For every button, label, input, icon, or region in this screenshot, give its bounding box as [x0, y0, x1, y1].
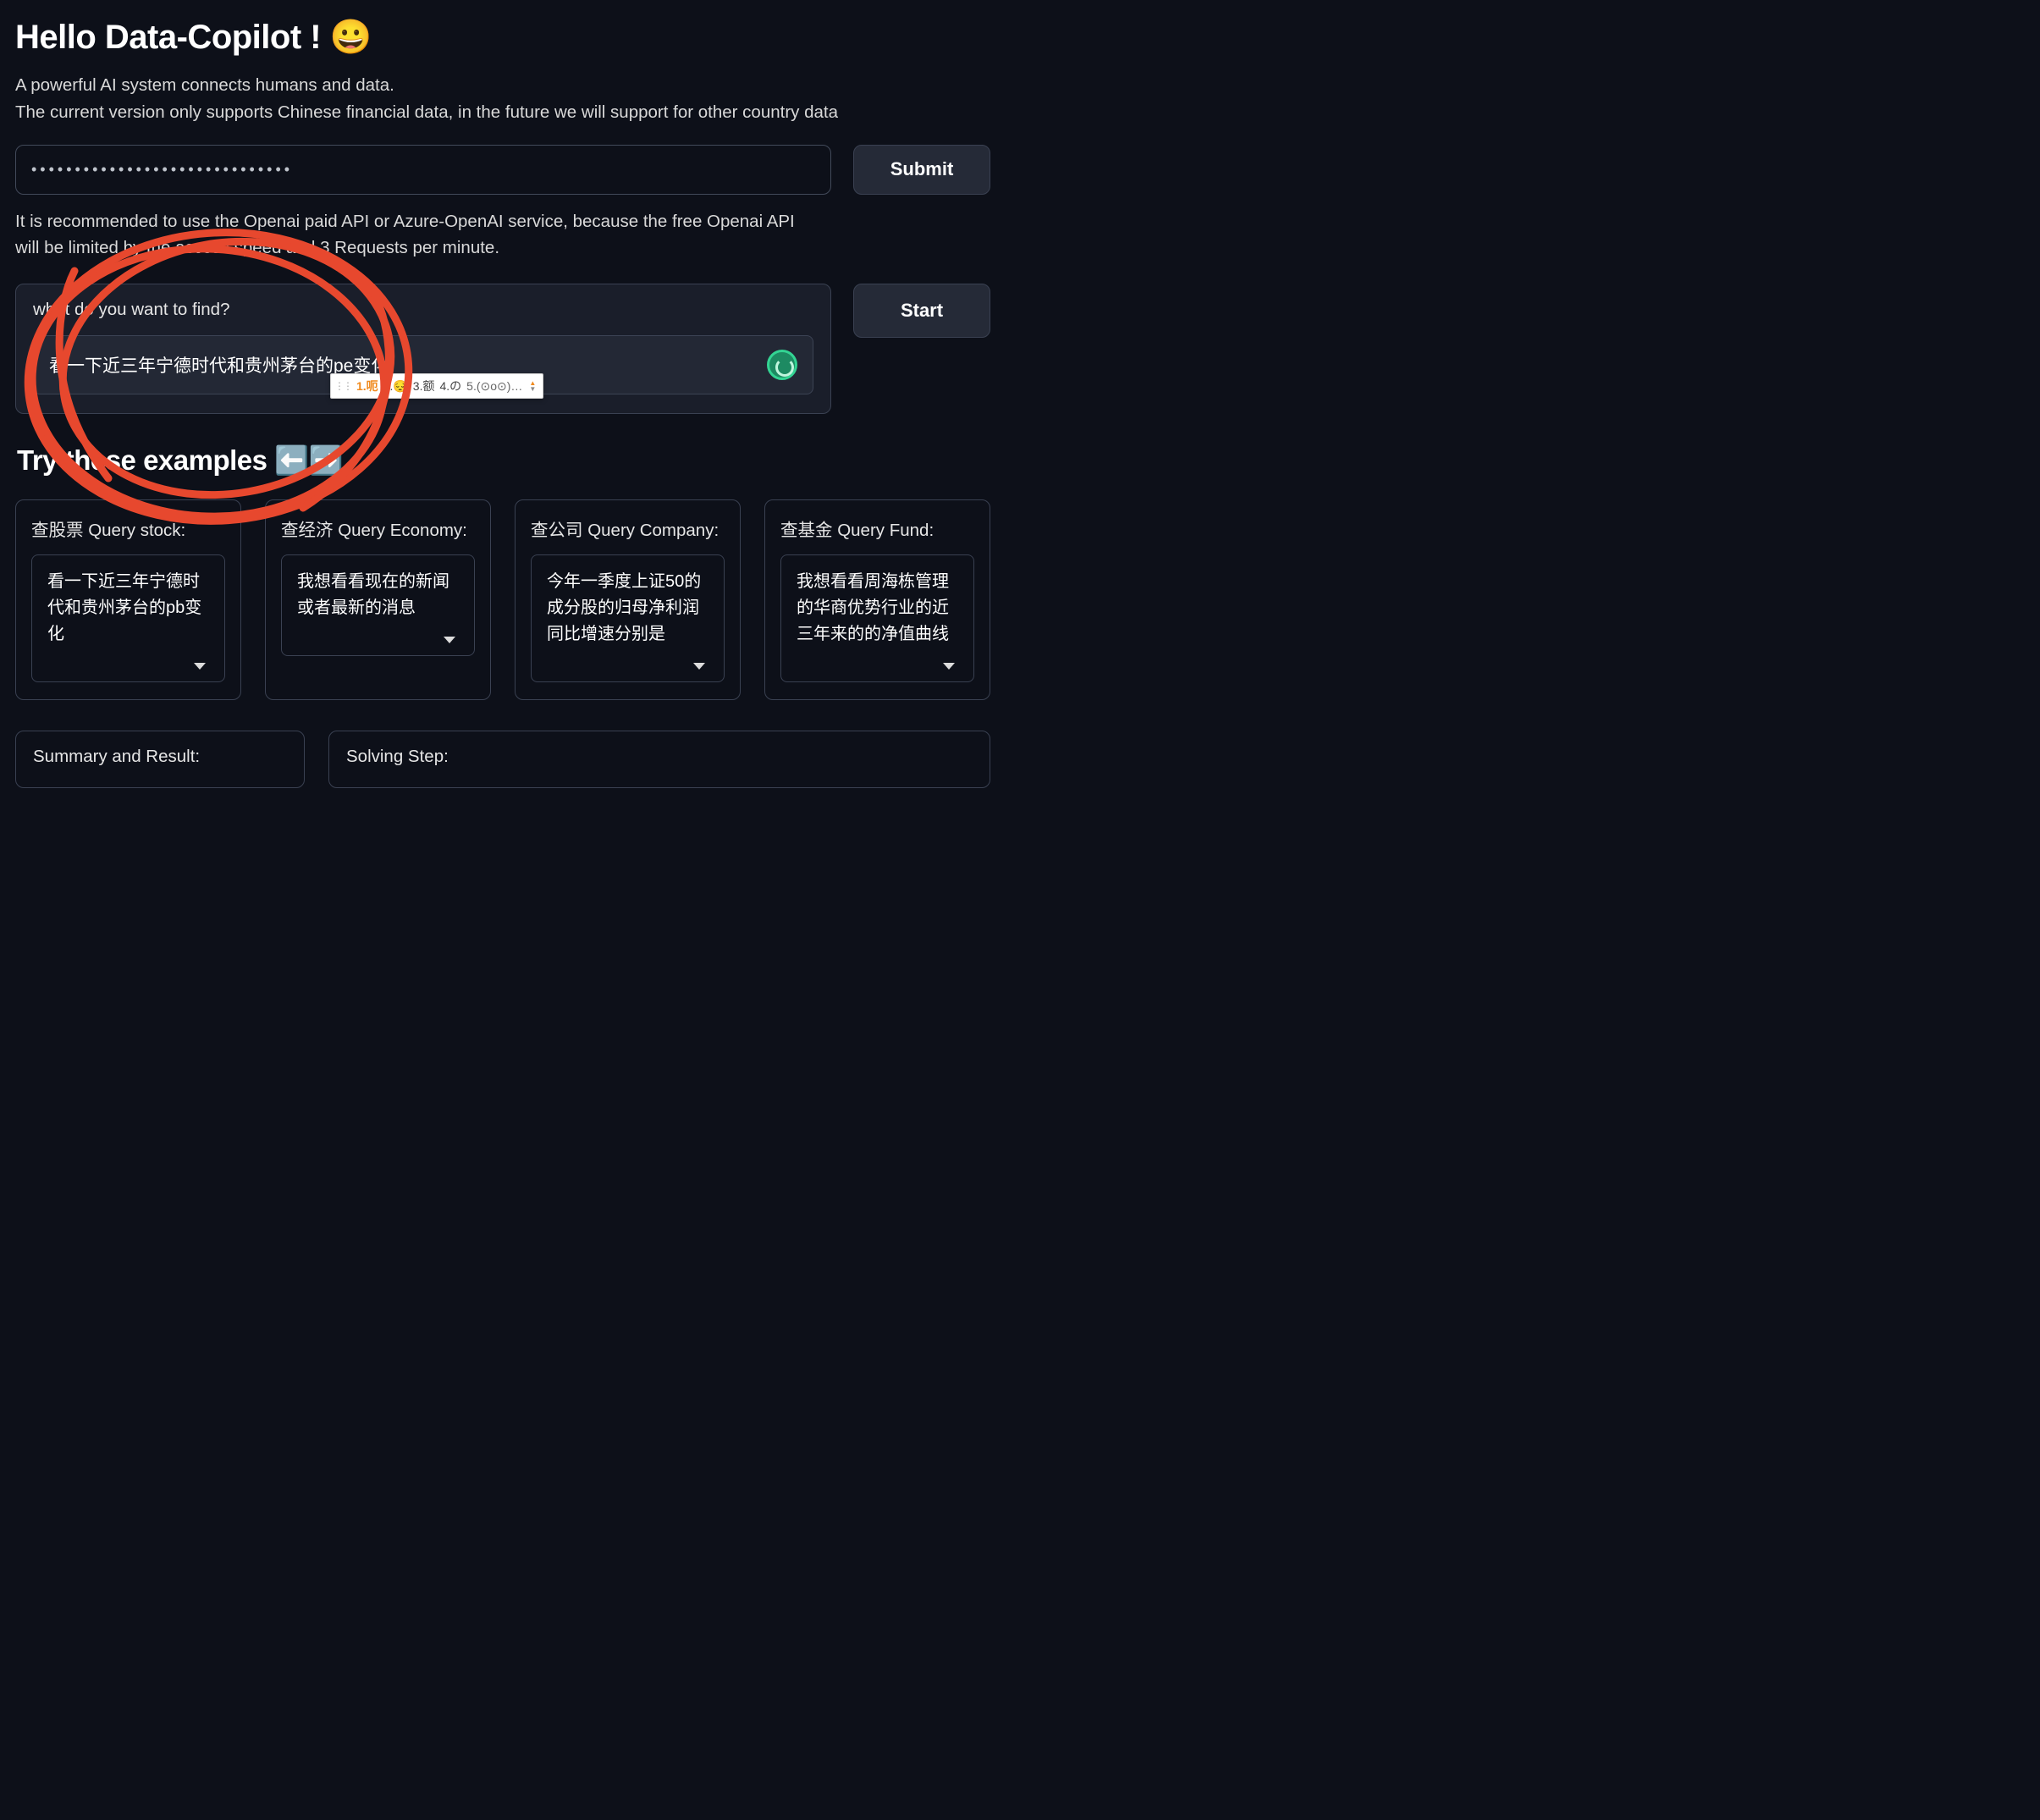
chevron-down-icon — [194, 663, 206, 670]
solving-step-title: Solving Step: — [346, 747, 973, 767]
example-select-economy[interactable]: 我想看看现在的新闻或者最新的消息 — [281, 554, 475, 656]
ime-option-2[interactable]: 2.😔 — [383, 379, 408, 394]
example-col-stock: 查股票 Query stock: 看一下近三年宁德时代和贵州茅台的pb变化 — [15, 499, 241, 700]
query-panel: what do you want to find? ⋮⋮ 1.呃 2.😔 3.额… — [15, 284, 831, 414]
ime-drag-handle-icon: ⋮⋮ — [334, 380, 351, 392]
example-col-economy: 查经济 Query Economy: 我想看看现在的新闻或者最新的消息 — [265, 499, 491, 700]
example-text: 看一下近三年宁德时代和贵州茅台的pb变化 — [47, 569, 209, 648]
example-title: 查基金 Query Fund: — [780, 516, 974, 541]
example-col-fund: 查基金 Query Fund: 我想看看周海栋管理的华商优势行业的近三年来的的净… — [764, 499, 990, 700]
example-title: 查公司 Query Company: — [531, 516, 725, 541]
example-select-fund[interactable]: 我想看看周海栋管理的华商优势行业的近三年来的的净值曲线 — [780, 554, 974, 682]
subtitle-line-2: The current version only supports Chines… — [15, 102, 838, 122]
chevron-down-icon — [943, 663, 955, 670]
api-note: It is recommended to use the Openai paid… — [15, 208, 811, 262]
query-label: what do you want to find? — [33, 300, 813, 320]
page-subtitle: A powerful AI system connects humans and… — [15, 72, 990, 126]
query-input-wrap: ⋮⋮ 1.呃 2.😔 3.额 4.の 5.(⊙o⊙)… ▲▼ — [33, 335, 813, 394]
example-text: 我想看看现在的新闻或者最新的消息 — [297, 569, 459, 621]
results-row: Summary and Result: Solving Step: — [15, 731, 990, 788]
example-text: 我想看看周海栋管理的华商优势行业的近三年来的的净值曲线 — [797, 569, 958, 648]
example-select-stock[interactable]: 看一下近三年宁德时代和贵州茅台的pb变化 — [31, 554, 225, 682]
examples-row: 查股票 Query stock: 看一下近三年宁德时代和贵州茅台的pb变化 查经… — [15, 499, 990, 700]
chevron-down-icon — [444, 637, 455, 643]
query-input[interactable] — [49, 355, 767, 375]
page-title: Hello Data-Copilot ! 😀 — [15, 17, 990, 57]
examples-heading: Try these examples ⬅️➡️ — [17, 444, 990, 477]
chevron-down-icon — [693, 663, 705, 670]
example-col-company: 查公司 Query Company: 今年一季度上证50的成分股的归母净利润同比… — [515, 499, 741, 700]
ime-option-5[interactable]: 5.(⊙o⊙)… — [466, 379, 522, 394]
ime-paginate-icon[interactable]: ▲▼ — [529, 380, 536, 392]
ime-option-4[interactable]: 4.の — [439, 378, 461, 394]
summary-title: Summary and Result: — [33, 747, 287, 767]
submit-button[interactable]: Submit — [853, 145, 990, 195]
solving-step-panel: Solving Step: — [328, 731, 990, 788]
example-title: 查股票 Query stock: — [31, 516, 225, 541]
ime-candidate-popup[interactable]: ⋮⋮ 1.呃 2.😔 3.额 4.の 5.(⊙o⊙)… ▲▼ — [330, 373, 543, 399]
api-key-input[interactable]: •••••••••••••••••••••••••••••• — [15, 145, 831, 195]
start-button[interactable]: Start — [853, 284, 990, 338]
ime-option-3[interactable]: 3.额 — [413, 378, 435, 394]
ime-option-1[interactable]: 1.呃 — [356, 378, 378, 394]
subtitle-line-1: A powerful AI system connects humans and… — [15, 75, 394, 95]
example-text: 今年一季度上证50的成分股的归母净利润同比增速分别是 — [547, 569, 708, 648]
summary-panel: Summary and Result: — [15, 731, 305, 788]
loading-spinner-icon — [767, 350, 797, 380]
example-title: 查经济 Query Economy: — [281, 516, 475, 541]
example-select-company[interactable]: 今年一季度上证50的成分股的归母净利润同比增速分别是 — [531, 554, 725, 682]
